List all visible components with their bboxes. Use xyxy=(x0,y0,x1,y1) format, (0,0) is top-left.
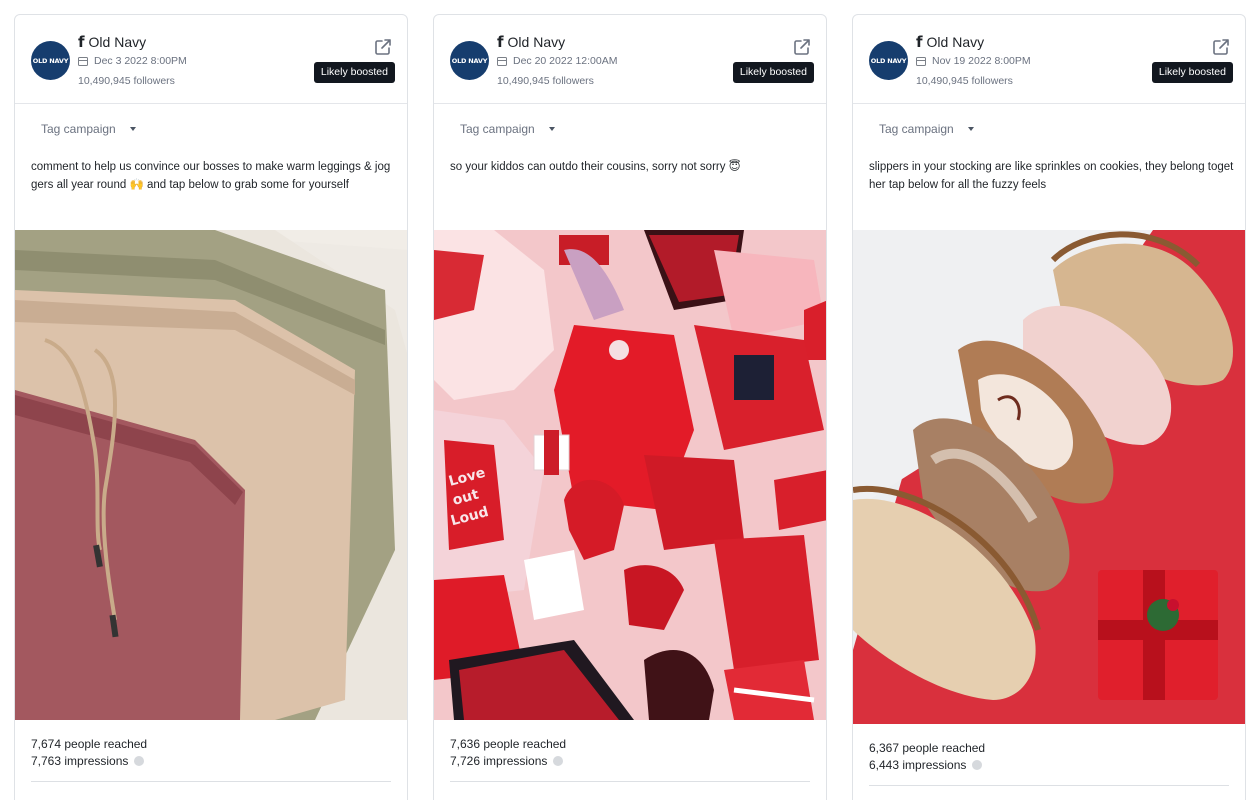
post-date-row: Dec 3 2022 8:00PM xyxy=(78,55,187,67)
calendar-icon xyxy=(78,56,88,66)
post-card: OLD NAVY f Old Navy Dec 3 2022 8:00PM 10… xyxy=(14,14,408,800)
facebook-icon: f xyxy=(916,32,923,51)
post-date-row: Nov 19 2022 8:00PM xyxy=(916,55,1031,67)
people-reached: 6,367 people reached xyxy=(869,741,986,755)
caret-down-icon xyxy=(967,127,974,131)
facebook-icon: f xyxy=(497,32,504,51)
people-reached: 7,674 people reached xyxy=(31,737,148,751)
tag-campaign-label: Tag campaign xyxy=(460,122,535,136)
brand-row: f Old Navy xyxy=(916,34,984,50)
card-header: OLD NAVY f Old Navy Nov 19 2022 8:00PM 1… xyxy=(853,15,1245,104)
brand-row: f Old Navy xyxy=(78,34,146,50)
tag-campaign-label: Tag campaign xyxy=(879,122,954,136)
post-card: OLD NAVY f Old Navy Dec 20 2022 12:00AM … xyxy=(433,14,827,800)
post-date: Nov 19 2022 8:00PM xyxy=(932,55,1031,67)
calendar-icon xyxy=(497,56,507,66)
brand-name: Old Navy xyxy=(926,34,985,50)
card-header: OLD NAVY f Old Navy Dec 3 2022 8:00PM 10… xyxy=(15,15,407,104)
divider xyxy=(450,781,810,782)
tag-campaign-label: Tag campaign xyxy=(41,122,116,136)
info-icon[interactable] xyxy=(134,755,145,766)
slippers-photo xyxy=(853,230,1245,724)
impressions-count: 7,726 impressions xyxy=(450,753,548,768)
follower-count: 10,490,945 followers xyxy=(78,75,175,87)
info-icon[interactable] xyxy=(553,755,564,766)
facebook-icon: f xyxy=(78,32,85,51)
impressions-count: 6,443 impressions xyxy=(869,757,967,772)
leggings-photo xyxy=(15,230,407,720)
caret-down-icon xyxy=(548,127,555,131)
people-reached: 7,636 people reached xyxy=(450,737,567,751)
tag-campaign-dropdown[interactable]: Tag campaign xyxy=(879,122,974,136)
post-date-row: Dec 20 2022 12:00AM xyxy=(497,55,618,67)
likely-boosted-badge: Likely boosted xyxy=(732,62,814,83)
impressions-row: 6,443 impressions xyxy=(869,757,985,774)
post-caption: comment to help us convince our bosses t… xyxy=(31,161,391,191)
post-date: Dec 20 2022 12:00AM xyxy=(513,55,618,67)
brand-name: Old Navy xyxy=(507,34,566,50)
brand-name: Old Navy xyxy=(88,34,147,50)
post-date: Dec 3 2022 8:00PM xyxy=(94,55,187,67)
divider xyxy=(869,785,1229,786)
post-image[interactable] xyxy=(15,230,407,720)
kids-holiday-clothes-photo: Love out Loud xyxy=(434,230,826,720)
tag-campaign-dropdown[interactable]: Tag campaign xyxy=(41,122,136,136)
impressions-row: 7,763 impressions xyxy=(31,753,147,770)
follower-count: 10,490,945 followers xyxy=(497,75,594,87)
info-icon[interactable] xyxy=(972,759,983,770)
follower-count: 10,490,945 followers xyxy=(916,75,1013,87)
post-stats: 7,636 people reached 7,726 impressions xyxy=(450,736,566,769)
post-image[interactable] xyxy=(853,230,1245,724)
calendar-icon xyxy=(916,56,926,66)
impressions-row: 7,726 impressions xyxy=(450,753,566,770)
post-image[interactable]: Love out Loud xyxy=(434,230,826,720)
post-caption: slippers in your stocking are like sprin… xyxy=(869,161,1234,191)
post-stats: 7,674 people reached 7,763 impressions xyxy=(31,736,147,769)
caret-down-icon xyxy=(129,127,136,131)
external-link-icon[interactable] xyxy=(792,37,812,57)
likely-boosted-badge: Likely boosted xyxy=(313,62,395,83)
card-header: OLD NAVY f Old Navy Dec 20 2022 12:00AM … xyxy=(434,15,826,104)
likely-boosted-badge: Likely boosted xyxy=(1151,62,1233,83)
tag-campaign-dropdown[interactable]: Tag campaign xyxy=(460,122,555,136)
brand-logo: OLD NAVY xyxy=(450,41,489,80)
impressions-count: 7,763 impressions xyxy=(31,753,129,768)
post-caption: so your kiddos can outdo their cousins, … xyxy=(450,161,741,173)
post-card: OLD NAVY f Old Navy Nov 19 2022 8:00PM 1… xyxy=(852,14,1246,800)
external-link-icon[interactable] xyxy=(1211,37,1231,57)
brand-logo: OLD NAVY xyxy=(869,41,908,80)
divider xyxy=(31,781,391,782)
external-link-icon[interactable] xyxy=(373,37,393,57)
brand-row: f Old Navy xyxy=(497,34,565,50)
post-stats: 6,367 people reached 6,443 impressions xyxy=(869,740,985,773)
brand-logo: OLD NAVY xyxy=(31,41,70,80)
